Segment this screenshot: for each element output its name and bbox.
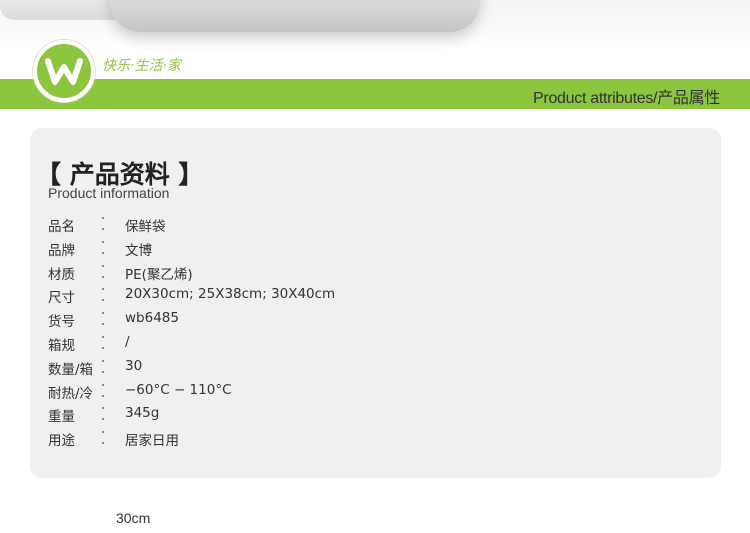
- attribute-row-carton-spec: 箱规 /: [48, 332, 688, 356]
- attribute-row-material: 材质 PE(聚乙烯): [48, 261, 688, 285]
- attribute-label: 重量: [48, 409, 75, 426]
- section-header-title: Product attributes/产品属性: [533, 90, 720, 107]
- attribute-value: 20X30cm; 25X38cm; 30X40cm: [125, 286, 336, 303]
- attribute-row-usage: 用途 居家日用: [48, 427, 688, 451]
- colon-separator: [101, 427, 105, 451]
- product-photo-strip: [0, 0, 750, 50]
- attribute-row-qty-per-carton: 数量/箱 30: [48, 356, 688, 380]
- attribute-label: 品名: [48, 219, 75, 235]
- attribute-value: wb6485: [125, 310, 179, 327]
- dimension-note: 30cm: [116, 510, 151, 526]
- colon-separator: [101, 308, 105, 332]
- attribute-value: 保鲜袋: [125, 219, 166, 235]
- attribute-value: −60°C − 110°C: [125, 381, 232, 398]
- attribute-row-brand: 品牌 文博: [48, 237, 688, 261]
- attribute-label: 数量/箱: [48, 361, 94, 378]
- colon-separator: [101, 380, 105, 404]
- card-subtitle: Product information: [48, 185, 170, 201]
- attribute-row-size: 尺寸 20X30cm; 25X38cm; 30X40cm: [48, 284, 688, 308]
- attribute-value: /: [125, 333, 130, 350]
- colon-separator: [101, 332, 105, 356]
- attribute-row-weight: 重量 345g: [48, 403, 688, 427]
- brand-slogan: 快乐·生活·家: [102, 58, 181, 74]
- attribute-label: 货号: [48, 314, 75, 331]
- brand-logo: [33, 40, 95, 102]
- colon-separator: [101, 261, 105, 285]
- attribute-label: 材质: [48, 266, 75, 283]
- attribute-row-temperature: 耐热/冷 −60°C − 110°C: [48, 380, 688, 404]
- attribute-label: 品牌: [48, 242, 75, 259]
- attribute-row-name: 品名 保鲜袋: [48, 213, 688, 237]
- attribute-label: 箱规: [48, 337, 75, 354]
- colon-separator: [101, 237, 105, 261]
- colon-separator: [101, 284, 105, 308]
- attribute-label: 耐热/冷: [48, 385, 94, 402]
- attribute-value: 文博: [125, 242, 152, 259]
- attribute-list: 品名 保鲜袋 品牌 文博 材质 PE(聚乙烯) 尺寸 20X30cm; 25X3…: [48, 213, 688, 451]
- attribute-value: PE(聚乙烯): [125, 266, 193, 283]
- logo-w-icon: [45, 58, 83, 85]
- colon-separator: [101, 403, 105, 427]
- attribute-row-item-number: 货号 wb6485: [48, 308, 688, 332]
- attribute-label: 尺寸: [48, 290, 75, 307]
- product-bag-image: [110, 0, 480, 32]
- colon-separator: [101, 356, 105, 380]
- attribute-value: 居家日用: [125, 433, 179, 450]
- attribute-value: 30: [125, 357, 143, 374]
- colon-separator: [101, 213, 105, 237]
- attribute-label: 用途: [48, 433, 75, 450]
- attribute-value: 345g: [125, 405, 160, 422]
